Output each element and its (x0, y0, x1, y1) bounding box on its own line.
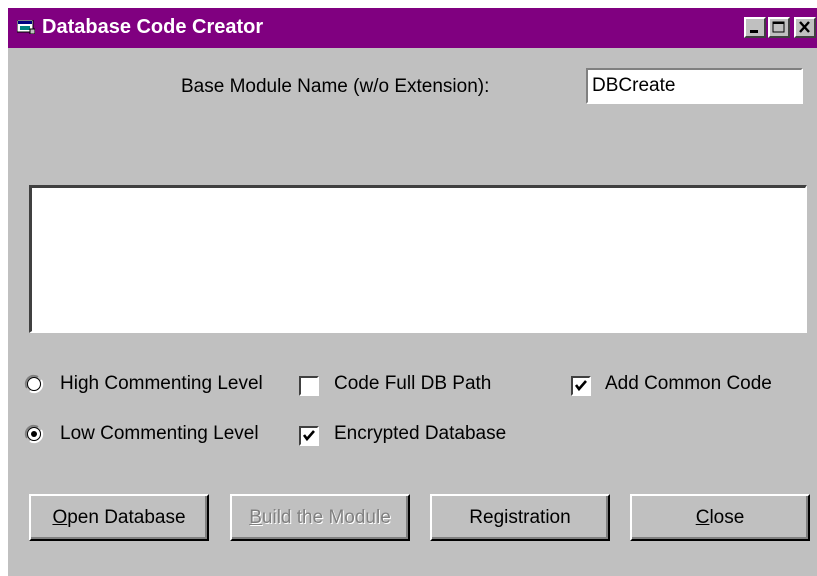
output-text-area[interactable] (29, 185, 807, 333)
open-database-label: pen Database (67, 506, 186, 528)
close-window-button[interactable] (794, 17, 816, 38)
registration-button[interactable]: Registration (430, 494, 610, 541)
database-code-creator-window: Database Code Creator Base Module Name (… (8, 8, 817, 576)
database-app-icon[interactable] (16, 19, 36, 35)
checkbox-checked-icon (299, 426, 319, 446)
open-database-button[interactable]: Open Database (29, 494, 209, 541)
close-button[interactable]: Close (630, 494, 810, 541)
radio-selected-icon (24, 424, 44, 444)
maximize-icon (772, 21, 785, 33)
title-bar[interactable]: Database Code Creator (8, 8, 817, 48)
radio-unselected-icon (24, 374, 44, 394)
close-mnemonic: C (695, 506, 710, 528)
open-database-mnemonic: O (52, 506, 68, 528)
high-commenting-label: High Commenting Level (60, 373, 263, 394)
build-module-button[interactable]: Build the Module (230, 494, 410, 541)
close-icon (799, 21, 810, 33)
encrypted-database-label: Encrypted Database (334, 423, 507, 444)
maximize-button[interactable] (768, 17, 790, 38)
minimize-icon (750, 30, 758, 33)
low-commenting-label: Low Commenting Level (60, 423, 259, 444)
window-title: Database Code Creator (42, 16, 264, 38)
checkbox-checked-icon (571, 376, 591, 396)
close-label: lose (709, 506, 745, 528)
code-full-db-path-label: Code Full DB Path (334, 373, 492, 394)
registration-label: Registration (469, 506, 571, 528)
build-module-label: uild the Module (261, 506, 391, 528)
checkbox-unchecked-icon (299, 376, 319, 396)
minimize-button[interactable] (744, 17, 766, 38)
build-module-mnemonic: B (249, 506, 262, 528)
module-name-label: Base Module Name (w/o Extension): (181, 76, 490, 97)
module-name-input[interactable] (586, 68, 803, 104)
add-common-code-label: Add Common Code (605, 373, 772, 394)
